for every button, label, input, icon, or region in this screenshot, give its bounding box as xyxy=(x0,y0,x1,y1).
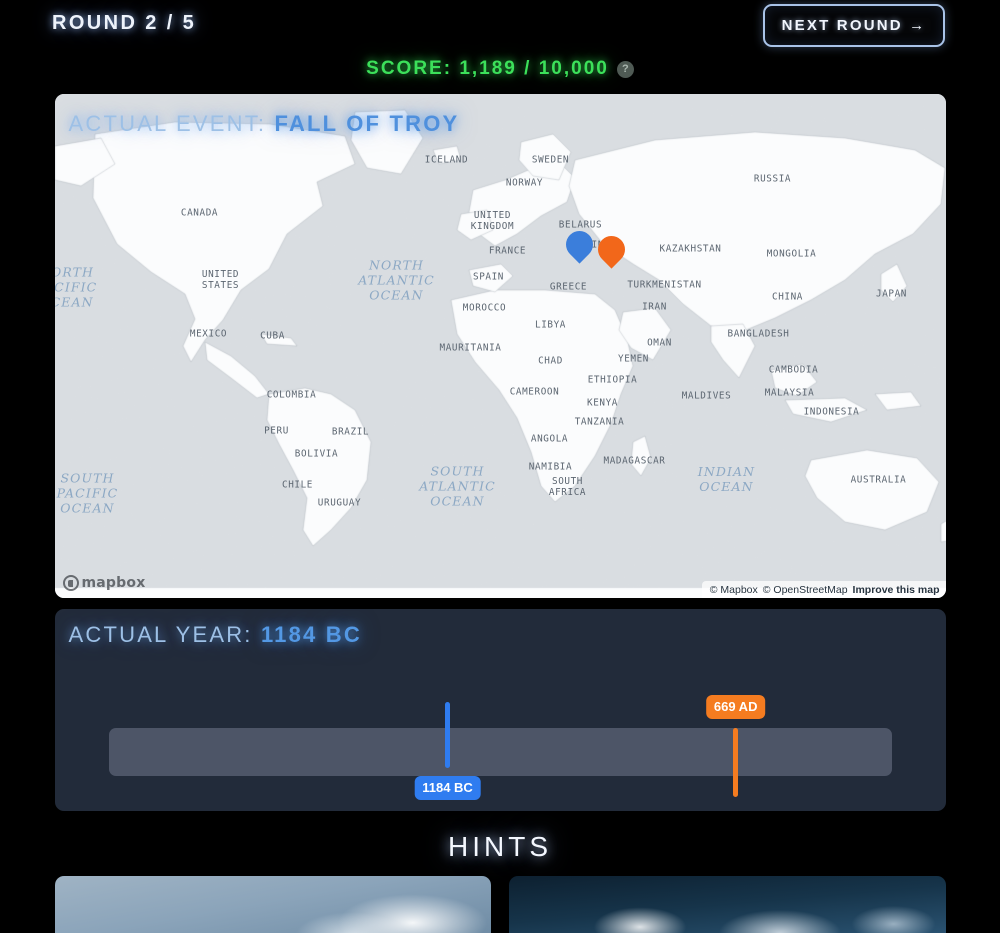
map-country-label: MEXICO xyxy=(190,329,227,340)
map-ocean-label: NORTH ATLANTIC OCEAN xyxy=(358,258,435,303)
map-country-label: PERU xyxy=(264,426,289,437)
map-country-label: URUGUAY xyxy=(318,498,361,509)
map-country-label: MAURITANIA xyxy=(440,343,502,354)
hints-grid xyxy=(55,876,946,933)
map-country-label: BELARUS xyxy=(559,220,602,231)
map-country-label: MONGOLIA xyxy=(767,249,817,260)
timeline-panel: ACTUAL YEAR: 1184 BC 1184 BC 669 AD xyxy=(55,609,946,811)
mapbox-wordmark: mapbox xyxy=(82,575,146,591)
map-country-label: UNITED STATES xyxy=(202,269,239,291)
map-ocean-label: NORTHPACIFICOCEAN xyxy=(55,265,98,310)
actual-event-value: FALL OF TROY xyxy=(275,111,460,136)
map-country-label: CAMBODIA xyxy=(769,365,819,376)
guess-pin[interactable] xyxy=(566,231,593,258)
mapbox-mark-icon xyxy=(63,575,79,591)
map-country-label: CHINA xyxy=(772,292,803,303)
map-country-label: MALAYSIA xyxy=(765,388,815,399)
actual-event-banner: ACTUAL EVENT: FALL OF TROY xyxy=(69,111,460,137)
map-country-label: TANZANIA xyxy=(575,417,625,428)
actual-marker-stem xyxy=(733,728,738,797)
map-country-label: COLOMBIA xyxy=(267,390,317,401)
map-country-label: RUSSIA xyxy=(754,174,791,185)
result-map[interactable]: ACTUAL EVENT: FALL OF TROY CANADA UNITED S… xyxy=(55,94,946,598)
map-country-label: BOLIVIA xyxy=(295,449,338,460)
timeline-track[interactable] xyxy=(109,728,892,776)
map-country-label: CAMEROON xyxy=(510,387,560,398)
osm-attribution-link[interactable]: © OpenStreetMap xyxy=(763,584,848,596)
map-country-label: ICELAND xyxy=(425,155,468,166)
next-round-button[interactable]: NEXT ROUND → xyxy=(763,4,945,47)
score-label: SCORE: 1,189 / 10,000 xyxy=(366,58,609,80)
map-country-label: MADAGASCAR xyxy=(604,456,666,467)
map-country-label: CHILE xyxy=(282,480,313,491)
map-ocean-label: SOUTH ATLANTIC OCEAN xyxy=(419,464,496,509)
map-country-label: JAPAN xyxy=(876,289,907,300)
map-country-label: CUBA xyxy=(260,331,285,342)
map-country-label: BANGLADESH xyxy=(728,329,790,340)
actual-event-prefix: ACTUAL EVENT: xyxy=(69,111,267,136)
map-country-label: ETHIOPIA xyxy=(588,375,638,386)
mapbox-attribution-link[interactable]: © Mapbox xyxy=(710,584,758,596)
round-indicator: ROUND 2 / 5 xyxy=(52,12,196,35)
map-ocean-label: INDIAN OCEAN xyxy=(698,464,755,494)
map-country-label: GREECE xyxy=(550,282,587,293)
map-country-label: OMAN xyxy=(647,338,672,349)
map-country-label: FRANCE xyxy=(489,246,526,257)
map-ocean-label: SOUTH PACIFIC OCEAN xyxy=(57,471,119,516)
map-country-label: ANGOLA xyxy=(531,434,568,445)
map-country-label: KAZAKHSTAN xyxy=(660,244,722,255)
help-icon[interactable]: ? xyxy=(617,61,634,78)
hint-card-2[interactable] xyxy=(509,876,946,933)
map-country-label: INDONESIA xyxy=(804,407,860,418)
score-row: SCORE: 1,189 / 10,000 ? xyxy=(0,54,1000,84)
map-country-label: YEMEN xyxy=(618,354,649,365)
map-country-label: UNITED KINGDOM xyxy=(471,210,514,232)
map-country-label: MOROCCO xyxy=(463,303,506,314)
map-country-label: BRAZIL xyxy=(332,427,369,438)
top-bar: ROUND 2 / 5 NEXT ROUND → xyxy=(0,0,1000,54)
map-country-label: TURKMENISTAN xyxy=(627,280,701,291)
hints-heading: HINTS xyxy=(0,831,1000,863)
actual-marker-label: 669 AD xyxy=(706,695,766,719)
map-country-label: SWEDEN xyxy=(532,155,569,166)
actual-pin[interactable] xyxy=(598,236,625,263)
map-country-label: SPAIN xyxy=(473,272,504,283)
map-country-label: KENYA xyxy=(587,398,618,409)
guess-marker-stem xyxy=(445,702,450,768)
map-country-label: NAMIBIA xyxy=(529,462,572,473)
map-country-label: MALDIVES xyxy=(682,391,732,402)
actual-year-value: 1184 BC xyxy=(261,622,362,647)
actual-year-prefix: ACTUAL YEAR: xyxy=(69,622,253,647)
map-country-label: SOUTH AFRICA xyxy=(549,476,586,498)
map-attribution: © Mapbox © OpenStreetMap Improve this ma… xyxy=(702,581,946,598)
hint-card-1[interactable] xyxy=(55,876,492,933)
map-country-label: LIBYA xyxy=(535,320,566,331)
map-country-label: CHAD xyxy=(538,356,563,367)
improve-map-link[interactable]: Improve this map xyxy=(853,584,940,596)
map-country-label: NORWAY xyxy=(506,178,543,189)
mapbox-logo[interactable]: mapbox xyxy=(63,575,146,591)
map-country-label: AUSTRALIA xyxy=(851,475,907,486)
map-country-label: IRAN xyxy=(642,302,667,313)
map-country-label: CANADA xyxy=(181,208,218,219)
guess-marker-label: 1184 BC xyxy=(414,776,481,800)
actual-year-banner: ACTUAL YEAR: 1184 BC xyxy=(69,622,362,648)
